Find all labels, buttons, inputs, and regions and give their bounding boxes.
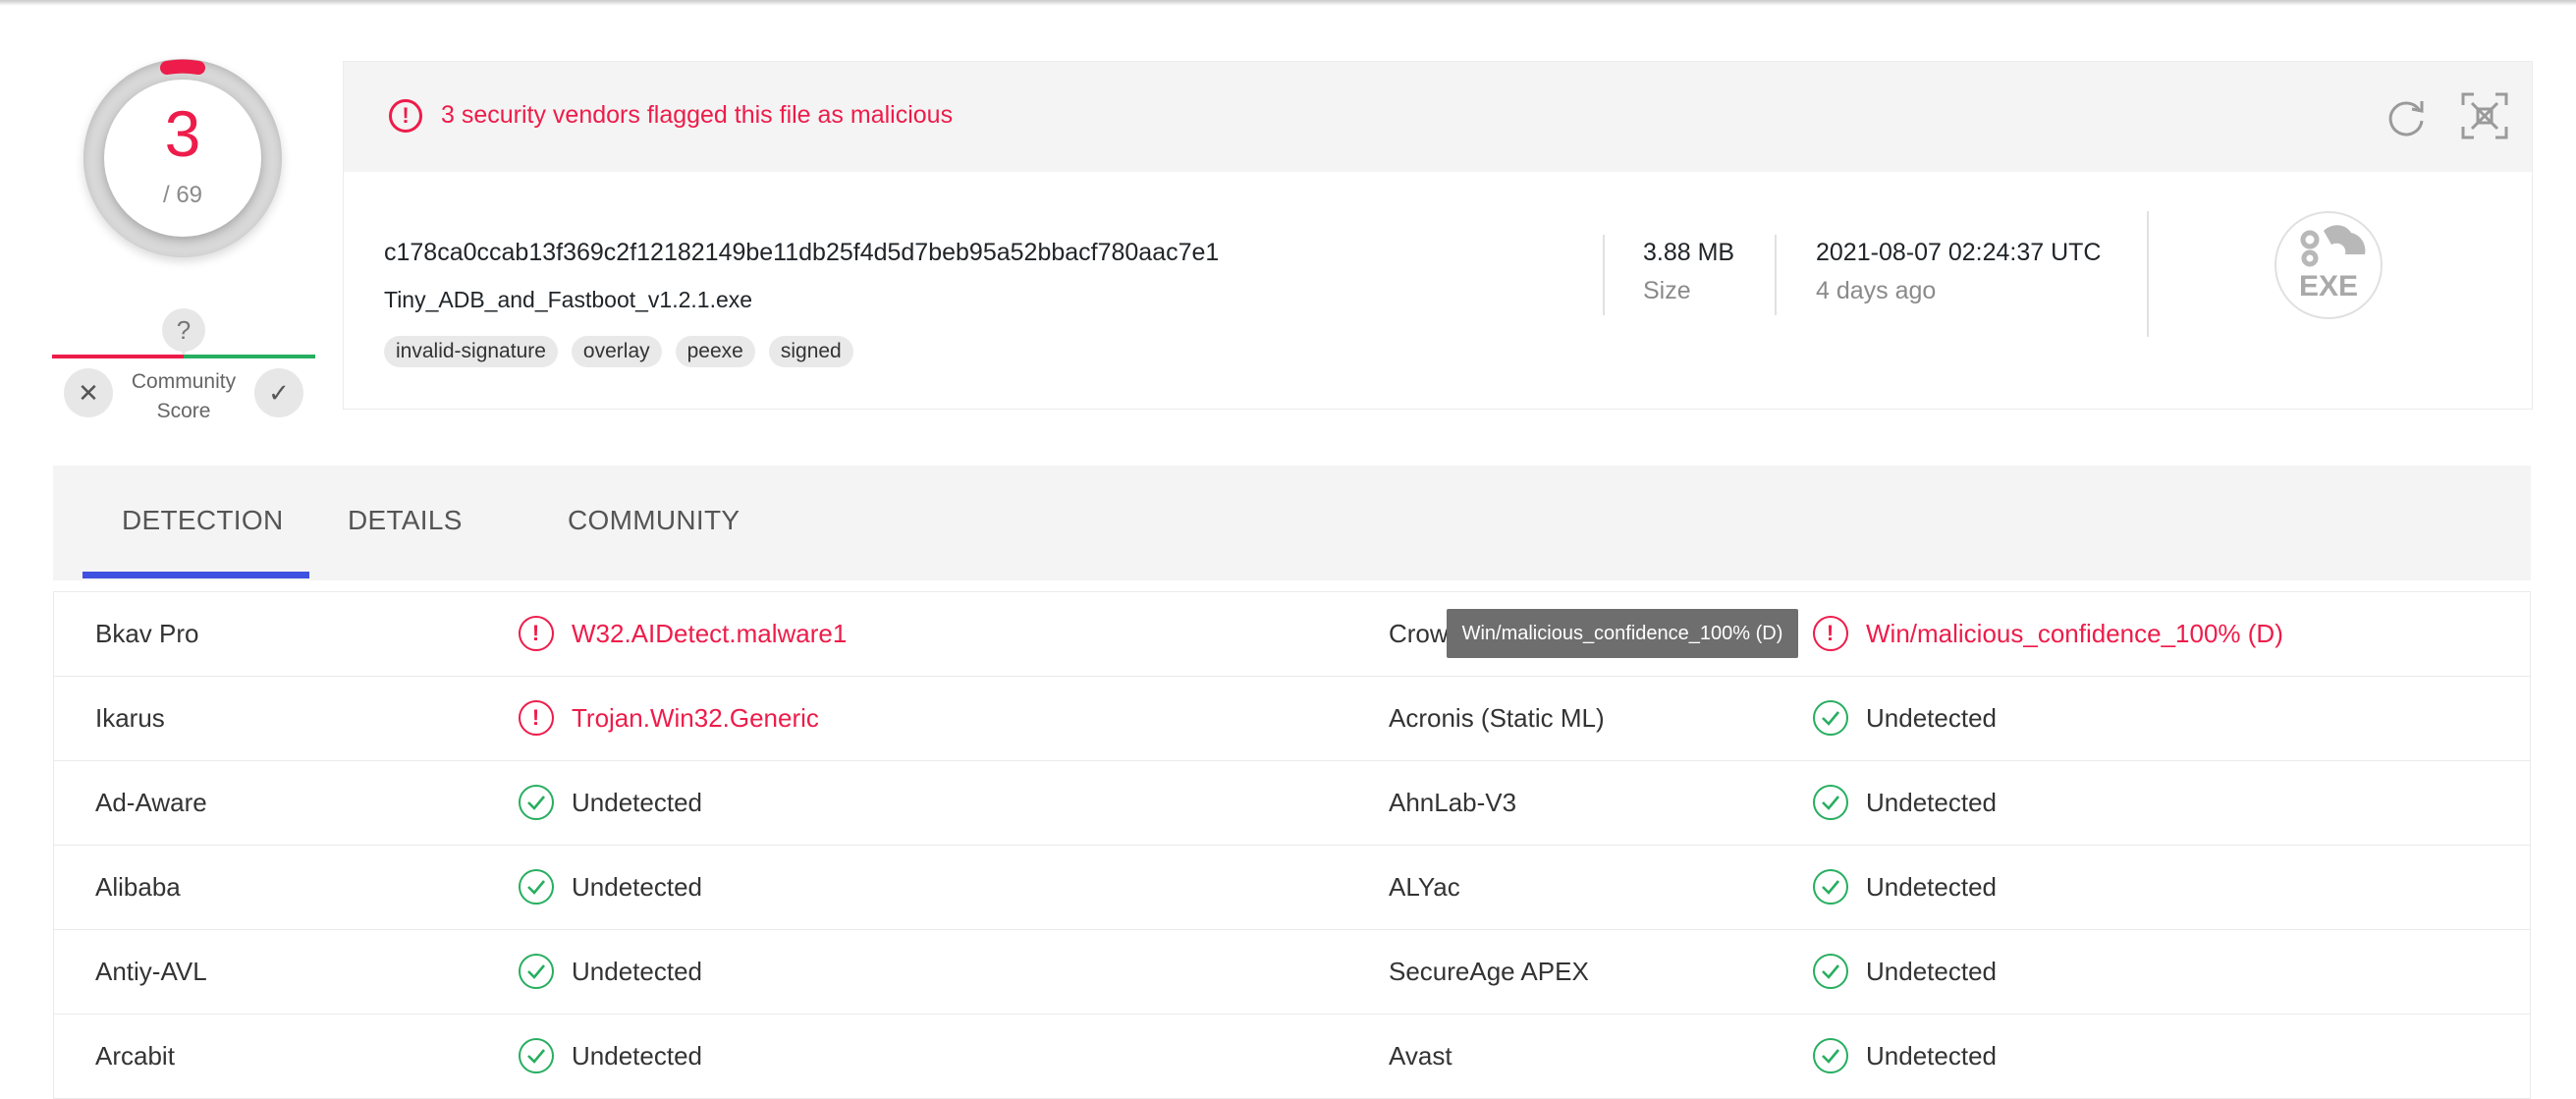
detection-score-ring: 3 / 69 [83, 59, 282, 257]
tag[interactable]: invalid-signature [384, 336, 558, 367]
active-tab-indicator [82, 572, 309, 578]
vote-harmful-button[interactable]: ✕ [64, 368, 113, 417]
detection-result: Undetected [572, 957, 702, 986]
file-tags: invalid-signature overlay peexe signed [384, 336, 853, 367]
alert-text: 3 security vendors flagged this file as … [441, 101, 954, 129]
detection-result: Win/malicious_confidence_100% (D) [1866, 619, 2283, 648]
detections-table: Bkav Pro! W32.AIDetect.malware1 Crow! Win/m… [53, 591, 2531, 1099]
check-circle-icon [519, 1038, 554, 1073]
vote-harmless-button[interactable]: ✓ [254, 368, 303, 417]
engine-total: / 69 [162, 182, 203, 208]
vendor-name: SecureAge APEX [1389, 957, 1589, 986]
community-score-badge: ? [162, 308, 205, 356]
vendor-name: Ikarus [95, 703, 165, 733]
check-circle-icon [519, 785, 554, 820]
table-row: Alibaba Undetected ALYac Undetected [54, 846, 2530, 930]
check-circle-icon [1813, 785, 1848, 820]
alert-icon: ! [1813, 616, 1848, 651]
reload-icon[interactable] [2383, 93, 2430, 140]
table-row: Antiy-AVL Undetected SecureAge APEX Undetec… [54, 930, 2530, 1015]
close-icon: ✕ [78, 378, 99, 408]
detection-result: Undetected [1866, 957, 1997, 986]
community-score-label: Community Score [131, 370, 237, 422]
tag[interactable]: peexe [675, 336, 755, 367]
check-circle-icon [1813, 869, 1848, 905]
vendor-name: Crow [1389, 619, 1449, 648]
check-circle-icon [1813, 1038, 1848, 1073]
community-score-bar [52, 355, 315, 358]
tab-community[interactable]: COMMUNITY [568, 505, 740, 536]
check-circle-icon [1813, 954, 1848, 989]
community-score: ? ✕ Community Score ✓ [52, 295, 315, 432]
alert-banner: ! 3 security vendors flagged this file a… [344, 62, 2532, 172]
tab-details[interactable]: DETAILS [348, 505, 463, 536]
exe-file-icon: EXE [2275, 211, 2383, 319]
detection-result: Undetected [1866, 788, 1997, 817]
vendor-name: Arcabit [95, 1041, 175, 1071]
table-row: Bkav Pro! W32.AIDetect.malware1 Crow! Win/m… [54, 592, 2530, 677]
detection-result: Undetected [1866, 703, 1997, 733]
report-tabs: DETECTION DETAILS COMMUNITY [53, 466, 2531, 580]
check-circle-icon [519, 869, 554, 905]
detection-result: Undetected [572, 1041, 702, 1071]
vendor-name: Alibaba [95, 872, 181, 902]
divider [1775, 235, 1777, 315]
vendor-name: Ad-Aware [95, 788, 207, 817]
tag[interactable]: overlay [571, 336, 662, 367]
alert-icon: ! [519, 616, 554, 651]
vendor-name: Bkav Pro [95, 619, 199, 648]
detection-count: 3 [164, 97, 201, 170]
file-size-label: Size [1643, 277, 1691, 304]
table-row: Ad-Aware Undetected AhnLab-V3 Undetected [54, 761, 2530, 846]
svg-text:EXE: EXE [2299, 270, 2358, 302]
file-info-card: ! 3 security vendors flagged this file a… [343, 61, 2533, 410]
vendor-name: ALYac [1389, 872, 1460, 902]
alert-icon: ! [389, 99, 422, 133]
check-circle-icon [1813, 700, 1848, 736]
tooltip: Win/malicious_confidence_100% (D) [1447, 609, 1798, 658]
divider [2147, 211, 2149, 337]
tag[interactable]: signed [768, 336, 853, 367]
expand-icon[interactable] [2460, 91, 2509, 140]
score-center: 3 / 69 [104, 80, 261, 237]
table-row: Arcabit Undetected Avast Undetected [54, 1015, 2530, 1099]
vendor-name: Antiy-AVL [95, 957, 207, 986]
detection-result: Undetected [572, 788, 702, 817]
detection-result: Undetected [1866, 872, 1997, 902]
tab-detection[interactable]: DETECTION [122, 505, 283, 536]
file-size-value: 3.88 MB [1643, 239, 1735, 266]
detection-result: W32.AIDetect.malware1 [572, 619, 848, 648]
detection-result: Undetected [572, 872, 702, 902]
top-shadow [0, 0, 2576, 6]
alert-icon: ! [519, 700, 554, 736]
gears-icon: EXE [2299, 225, 2366, 302]
vendor-name: Avast [1389, 1041, 1452, 1071]
check-circle-icon [519, 954, 554, 989]
analysis-relative-date: 4 days ago [1816, 277, 1937, 304]
analysis-date: 2021-08-07 02:24:37 UTC [1816, 239, 2102, 266]
divider [1603, 235, 1605, 315]
detection-result: Undetected [1866, 1041, 1997, 1071]
file-name: Tiny_ADB_and_Fastboot_v1.2.1.exe [384, 287, 753, 312]
check-icon: ✓ [268, 378, 290, 408]
table-row: Ikarus! Trojan.Win32.Generic Acronis (Stat… [54, 677, 2530, 761]
vendor-name: Acronis (Static ML) [1389, 703, 1605, 733]
file-hash[interactable]: c178ca0ccab13f369c2f12182149be11db25f4d5… [384, 239, 1219, 267]
detection-result: Trojan.Win32.Generic [572, 703, 819, 733]
vendor-name: AhnLab-V3 [1389, 788, 1517, 817]
